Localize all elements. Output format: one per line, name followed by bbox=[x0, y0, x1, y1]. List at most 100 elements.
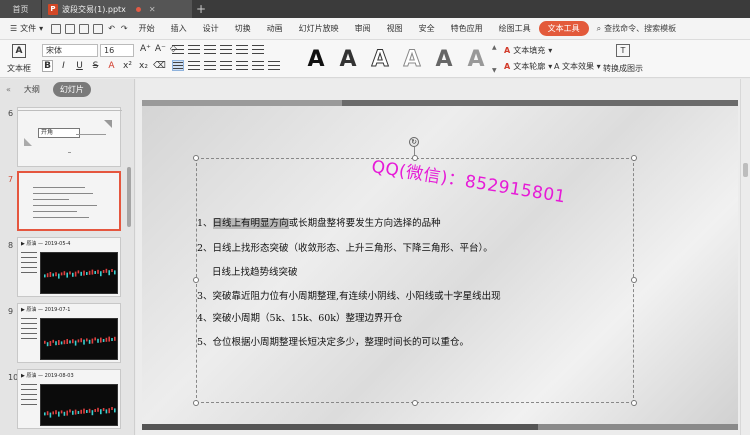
text-style-4[interactable]: A bbox=[396, 46, 428, 72]
resize-handle[interactable] bbox=[631, 400, 637, 406]
text-fill-button[interactable]: A 文本填充 ▾ bbox=[504, 45, 552, 56]
candle-mark bbox=[100, 337, 102, 343]
menu-start[interactable]: 开始 bbox=[131, 23, 163, 34]
resize-handle[interactable] bbox=[193, 400, 199, 406]
open-icon[interactable] bbox=[65, 23, 76, 34]
slide-thumbnail-9[interactable]: ▶ 原油 — 2019-07-1 bbox=[17, 303, 121, 363]
candle-mark bbox=[102, 408, 105, 411]
resize-handle[interactable] bbox=[631, 155, 637, 161]
subscript-button[interactable]: x₂ bbox=[138, 60, 149, 72]
menu-design[interactable]: 设计 bbox=[195, 23, 227, 34]
grow-font-icon[interactable]: A⁺ bbox=[140, 44, 151, 54]
slide-thumbnail-panel: « 大纲 幻灯片 6 开角 7 8 ▶ 原油 — 2019-05-4 9 ▶ 原… bbox=[0, 79, 135, 435]
text-style-gallery: A A A A A A bbox=[300, 44, 496, 74]
bullet-list-icon[interactable] bbox=[172, 44, 184, 55]
align-center-icon[interactable] bbox=[188, 60, 200, 71]
slide-decor-bar bbox=[142, 100, 342, 106]
slide-thumbnail-6[interactable]: 开角 bbox=[17, 107, 122, 167]
thumb-line bbox=[33, 187, 85, 188]
save-icon[interactable] bbox=[51, 23, 62, 34]
preview-icon[interactable] bbox=[93, 23, 104, 34]
candle-mark bbox=[60, 410, 63, 414]
align-right-icon[interactable] bbox=[204, 60, 216, 71]
text-outline-button[interactable]: A 文本轮廓 ▾ bbox=[504, 61, 552, 72]
slide-thumbnail-8[interactable]: ▶ 原油 — 2019-05-4 bbox=[17, 237, 121, 297]
font-name-select[interactable]: 宋体 bbox=[42, 44, 98, 57]
canvas-vertical-scrollbar[interactable] bbox=[740, 79, 750, 435]
eraser-icon[interactable]: ⌫ bbox=[153, 60, 166, 72]
undo-icon[interactable]: ↶ bbox=[108, 24, 115, 33]
menu-review[interactable]: 审阅 bbox=[347, 23, 379, 34]
candle-mark bbox=[49, 272, 52, 277]
redo-icon[interactable]: ↷ bbox=[121, 24, 128, 33]
text-style-5[interactable]: A bbox=[428, 47, 460, 72]
rotate-handle-icon[interactable]: ↻ bbox=[409, 137, 419, 147]
candle-mark bbox=[114, 336, 116, 341]
menu-animation[interactable]: 动画 bbox=[259, 23, 291, 34]
superscript-button[interactable]: x² bbox=[122, 60, 133, 72]
convert-to-diagram-button[interactable]: T 转换成图示 bbox=[598, 44, 648, 74]
tab-slides[interactable]: 幻灯片 bbox=[52, 81, 91, 97]
text-box-selection[interactable] bbox=[196, 158, 634, 403]
columns-icon[interactable] bbox=[252, 60, 264, 71]
line-spacing-icon[interactable] bbox=[236, 44, 248, 55]
gallery-down-icon[interactable]: ▼ bbox=[492, 67, 500, 74]
vertical-align-icon[interactable] bbox=[268, 60, 280, 71]
text-style-2[interactable]: A bbox=[332, 47, 364, 72]
collapse-panel-icon[interactable]: « bbox=[6, 85, 11, 94]
file-menu[interactable]: ☰ 文件 ▾ bbox=[4, 23, 49, 34]
menu-drawing-tools[interactable]: 绘图工具 bbox=[491, 23, 539, 34]
scrollbar-thumb[interactable] bbox=[743, 163, 748, 177]
new-tab-button[interactable]: + bbox=[192, 0, 210, 18]
text-style-1[interactable]: A bbox=[300, 47, 332, 72]
print-icon[interactable] bbox=[79, 23, 90, 34]
font-color-button[interactable]: A bbox=[106, 60, 117, 72]
menu-view[interactable]: 视图 bbox=[379, 23, 411, 34]
candle-mark bbox=[55, 272, 57, 277]
candle-mark bbox=[58, 340, 60, 345]
italic-button[interactable]: I bbox=[58, 60, 69, 72]
font-size-select[interactable]: 16 bbox=[100, 44, 134, 57]
command-search[interactable]: ⌕ 查找命令、搜索模板 bbox=[589, 23, 676, 34]
thumb-side-text bbox=[21, 252, 37, 294]
thumbnail-scrollbar[interactable] bbox=[127, 167, 131, 227]
strikethrough-button[interactable]: S bbox=[90, 60, 101, 72]
resize-handle[interactable] bbox=[193, 277, 199, 283]
close-tab-icon[interactable]: ✕ bbox=[149, 5, 156, 14]
gallery-up-icon[interactable]: ▲ bbox=[492, 44, 500, 51]
candle-mark bbox=[52, 273, 54, 277]
menu-transition[interactable]: 切换 bbox=[227, 23, 259, 34]
current-slide: ↻ 1、日线上有明显方向或长期盘整将要发生方向选择的品种 2、日线上找形态突破（… bbox=[142, 100, 738, 430]
menu-features[interactable]: 特色应用 bbox=[443, 23, 491, 34]
text-style-6[interactable]: A bbox=[460, 47, 492, 72]
menu-security[interactable]: 安全 bbox=[411, 23, 443, 34]
distribute-icon[interactable] bbox=[236, 60, 248, 71]
text-style-3[interactable]: A bbox=[364, 46, 396, 72]
search-icon: ⌕ bbox=[596, 23, 602, 33]
menu-text-tools[interactable]: 文本工具 bbox=[538, 21, 589, 36]
slide-thumbnail-10[interactable]: ▶ 原油 — 2019-08-03 bbox=[17, 369, 121, 429]
slide-thumbnail-7[interactable] bbox=[17, 171, 121, 231]
number-list-icon[interactable] bbox=[188, 44, 200, 55]
resize-handle[interactable] bbox=[412, 400, 418, 406]
menu-insert[interactable]: 插入 bbox=[163, 23, 195, 34]
resize-handle[interactable] bbox=[631, 277, 637, 283]
shrink-font-icon[interactable]: A⁻ bbox=[155, 44, 166, 54]
menu-slideshow[interactable]: 幻灯片放映 bbox=[291, 23, 347, 34]
indent-increase-icon[interactable] bbox=[220, 44, 232, 55]
thumb-candlestick-chart bbox=[40, 384, 118, 426]
tab-home[interactable]: 首页 bbox=[0, 0, 42, 18]
text-direction-icon[interactable] bbox=[252, 44, 264, 55]
format-buttons: B I U S A x² x₂ ⌫ bbox=[42, 60, 166, 72]
align-left-icon[interactable] bbox=[172, 60, 184, 71]
bold-button[interactable]: B bbox=[42, 60, 53, 72]
resize-handle[interactable] bbox=[193, 155, 199, 161]
tab-document[interactable]: P 波段交易(1).pptx ✕ bbox=[42, 0, 192, 18]
text-effect-button[interactable]: A 文本效果 ▾ bbox=[554, 61, 601, 72]
textbox-button[interactable]: A 文本框 bbox=[4, 44, 34, 74]
indent-decrease-icon[interactable] bbox=[204, 44, 216, 55]
tab-outline[interactable]: 大纲 bbox=[17, 82, 47, 97]
selected-text[interactable]: 日线上有明显方向 bbox=[212, 218, 289, 229]
justify-icon[interactable] bbox=[220, 60, 232, 71]
underline-button[interactable]: U bbox=[74, 60, 85, 72]
